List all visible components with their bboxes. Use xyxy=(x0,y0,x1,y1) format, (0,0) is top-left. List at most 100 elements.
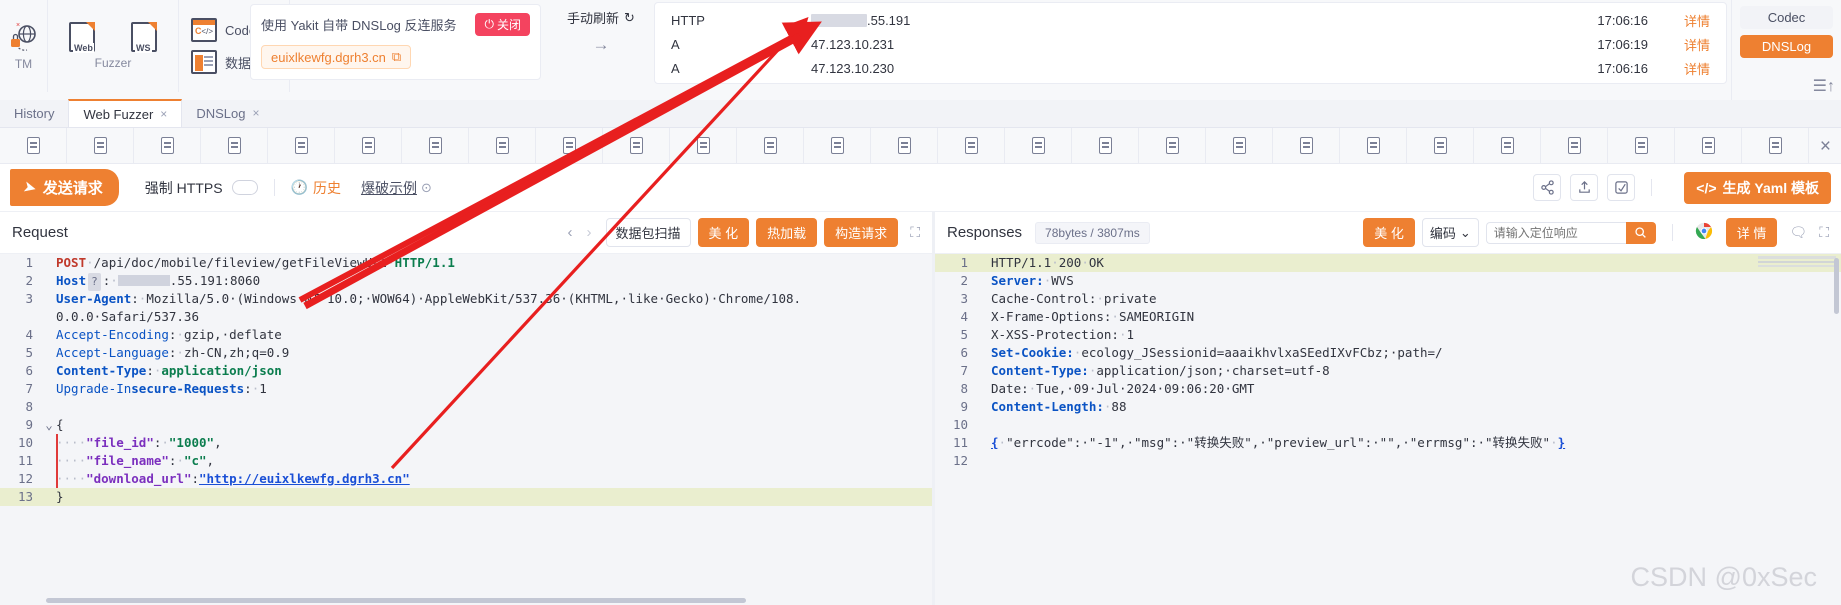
table-row[interactable]: HTTP .55.191 17:06:16 详情 xyxy=(655,8,1726,32)
line-number: 13 xyxy=(17,489,33,504)
clock-icon: 🕐 xyxy=(290,179,308,195)
fuzzer-ws-button[interactable]: WS xyxy=(120,22,168,53)
record-detail-link[interactable]: 详情 xyxy=(1648,59,1710,78)
fuzzer-sequence-item[interactable] xyxy=(1742,127,1809,164)
table-row[interactable]: A 47.123.10.231 17:06:19 详情 xyxy=(655,32,1726,56)
tab-dnslog[interactable]: DNSLog × xyxy=(182,99,273,127)
force-https-toggle[interactable] xyxy=(231,180,258,195)
line-number: 12 xyxy=(952,453,968,468)
hotload-button[interactable]: 热加载 xyxy=(756,218,818,247)
line-number: 5 xyxy=(25,345,33,360)
fuzzer-sequence-item[interactable] xyxy=(670,127,737,164)
tab-history[interactable]: History xyxy=(0,99,68,127)
table-row[interactable]: A 47.123.10.230 17:06:16 详情 xyxy=(655,56,1726,80)
fuzzer-sequence-item[interactable] xyxy=(1072,127,1139,164)
fuzzer-sequence-item[interactable] xyxy=(0,127,67,164)
side-tab-dnslog[interactable]: DNSLog xyxy=(1740,35,1833,58)
fuzzer-sequence-item[interactable] xyxy=(737,127,804,164)
page-ws-icon-label: WS xyxy=(135,43,152,53)
fuzzer-sequence-item[interactable] xyxy=(469,127,536,164)
fuzzer-sequence-item[interactable] xyxy=(335,127,402,164)
fuzzer-sequence-item[interactable] xyxy=(67,127,134,164)
fuzzer-sequence-icon xyxy=(294,137,308,154)
fuzzer-sequence-item[interactable] xyxy=(603,127,670,164)
fuzzer-sequence-item[interactable] xyxy=(536,127,603,164)
chevron-right-icon[interactable]: › xyxy=(587,224,592,241)
copy-icon[interactable]: ⧉ xyxy=(392,49,401,65)
manual-refresh-button[interactable]: 手动刷新 ↻ xyxy=(567,8,635,27)
fuzzer-sequence-item[interactable] xyxy=(1608,127,1675,164)
encoding-select[interactable]: 编码 ⌄ xyxy=(1421,218,1479,247)
fuzzer-sequence-item[interactable] xyxy=(1005,127,1072,164)
code-token: "file_id" xyxy=(86,435,154,450)
fuzzer-sequence-item[interactable] xyxy=(134,127,201,164)
tab-web-fuzzer[interactable]: Web Fuzzer × xyxy=(68,99,183,127)
fuzzer-sequence-item[interactable] xyxy=(938,127,1005,164)
line-number: 9 xyxy=(25,417,33,432)
fold-toggle-icon xyxy=(42,344,56,362)
upload-icon[interactable] xyxy=(1570,174,1599,201)
code-token: Date: xyxy=(991,381,1029,396)
record-detail-link[interactable]: 详情 xyxy=(1648,35,1710,54)
generate-yaml-label: 生成 Yaml 模板 xyxy=(1722,179,1819,196)
fuzzer-sequence-item[interactable] xyxy=(268,127,335,164)
packet-scan-button[interactable]: 数据包扫描 xyxy=(605,218,691,247)
fuzzer-sequence-item[interactable] xyxy=(871,127,938,164)
comment-icon[interactable]: 🗨 xyxy=(1789,224,1807,241)
beautify-response-button[interactable]: 美 化 xyxy=(1363,218,1415,247)
fuzzer-web-button[interactable]: Web xyxy=(58,22,106,53)
code-token: X-XSS-Protection: xyxy=(991,327,1119,342)
side-tab-codec[interactable]: Codec xyxy=(1740,6,1833,29)
page-tab-bar: History Web Fuzzer × DNSLog × xyxy=(0,99,1841,128)
expand-icon[interactable]: ⛶ xyxy=(1819,224,1829,241)
close-all-icon[interactable]: × xyxy=(1820,136,1831,158)
dnslog-close-button[interactable]: ⏻ 关闭 xyxy=(475,13,530,36)
sort-ascending-icon[interactable]: ☰↑ xyxy=(1813,76,1835,96)
construct-request-button[interactable]: 构造请求 xyxy=(824,218,899,247)
burst-example-link[interactable]: 爆破示例 xyxy=(361,178,417,198)
dnslog-token[interactable]: euixlkewfg.dgrh3.cn ⧉ xyxy=(261,45,412,69)
fuzzer-sequence-icon xyxy=(830,137,844,154)
send-request-button[interactable]: ➤ 发送请求 xyxy=(10,169,119,206)
fuzzer-sequence-item[interactable] xyxy=(1407,127,1474,164)
chrome-icon[interactable] xyxy=(1695,222,1713,243)
fuzzer-sequence-item[interactable] xyxy=(1139,127,1206,164)
line-number: 4 xyxy=(25,327,33,342)
fuzzer-sequence-item[interactable] xyxy=(1675,127,1742,164)
response-search-input[interactable] xyxy=(1485,221,1626,244)
response-detail-button[interactable]: 详 情 xyxy=(1725,218,1778,247)
close-icon[interactable]: × xyxy=(252,106,259,120)
record-detail-link[interactable]: 详情 xyxy=(1648,11,1710,30)
code-line: 5 X-XSS-Protection:·1 xyxy=(935,326,1841,344)
fuzzer-sequence-item[interactable] xyxy=(1474,127,1541,164)
code-token: "c" xyxy=(183,453,207,468)
fuzzer-sequence-item[interactable] xyxy=(804,127,871,164)
horizontal-scrollbar[interactable] xyxy=(46,598,746,603)
close-icon[interactable]: × xyxy=(160,107,167,121)
fuzzer-sequence-item[interactable] xyxy=(1273,127,1340,164)
divider xyxy=(1651,179,1653,196)
fuzzer-sequence-item[interactable] xyxy=(402,127,469,164)
search-icon[interactable] xyxy=(1625,221,1656,244)
chevron-left-icon[interactable]: ‹ xyxy=(568,224,573,241)
generate-yaml-button[interactable]: </> 生成 Yaml 模板 xyxy=(1684,171,1831,204)
request-editor[interactable]: 1 POST·/api/doc/mobile/fileview/getFileVi… xyxy=(0,254,932,605)
expand-icon[interactable]: ⛶ xyxy=(910,224,920,241)
fold-toggle-icon xyxy=(42,326,56,344)
share-icon[interactable] xyxy=(1533,174,1562,201)
question-circle-icon[interactable]: ⊙ xyxy=(421,180,432,196)
refresh-icon[interactable]: ↻ xyxy=(624,10,635,26)
fuzzer-sequence-item[interactable] xyxy=(1206,127,1273,164)
history-button[interactable]: 🕐 历史 xyxy=(291,178,341,198)
code-text: Date:·Tue,·09·Jul·2024·09:06:20·GMT xyxy=(991,380,1841,398)
fuzzer-sequence-icon xyxy=(227,137,241,154)
fold-toggle-icon[interactable]: ⌄ xyxy=(42,416,56,434)
edit-square-icon[interactable] xyxy=(1607,174,1636,201)
fuzzer-sequence-item[interactable] xyxy=(201,127,268,164)
fuzzer-sequence-icon xyxy=(361,137,375,154)
fuzzer-sequence-item[interactable] xyxy=(1340,127,1407,164)
beautify-request-button[interactable]: 美 化 xyxy=(697,218,750,247)
fuzzer-sequence-item[interactable] xyxy=(1541,127,1608,164)
response-editor[interactable]: 1 HTTP/1.1·200·OK 2 Server:·WVS 3 Cache-Contr… xyxy=(935,254,1841,605)
